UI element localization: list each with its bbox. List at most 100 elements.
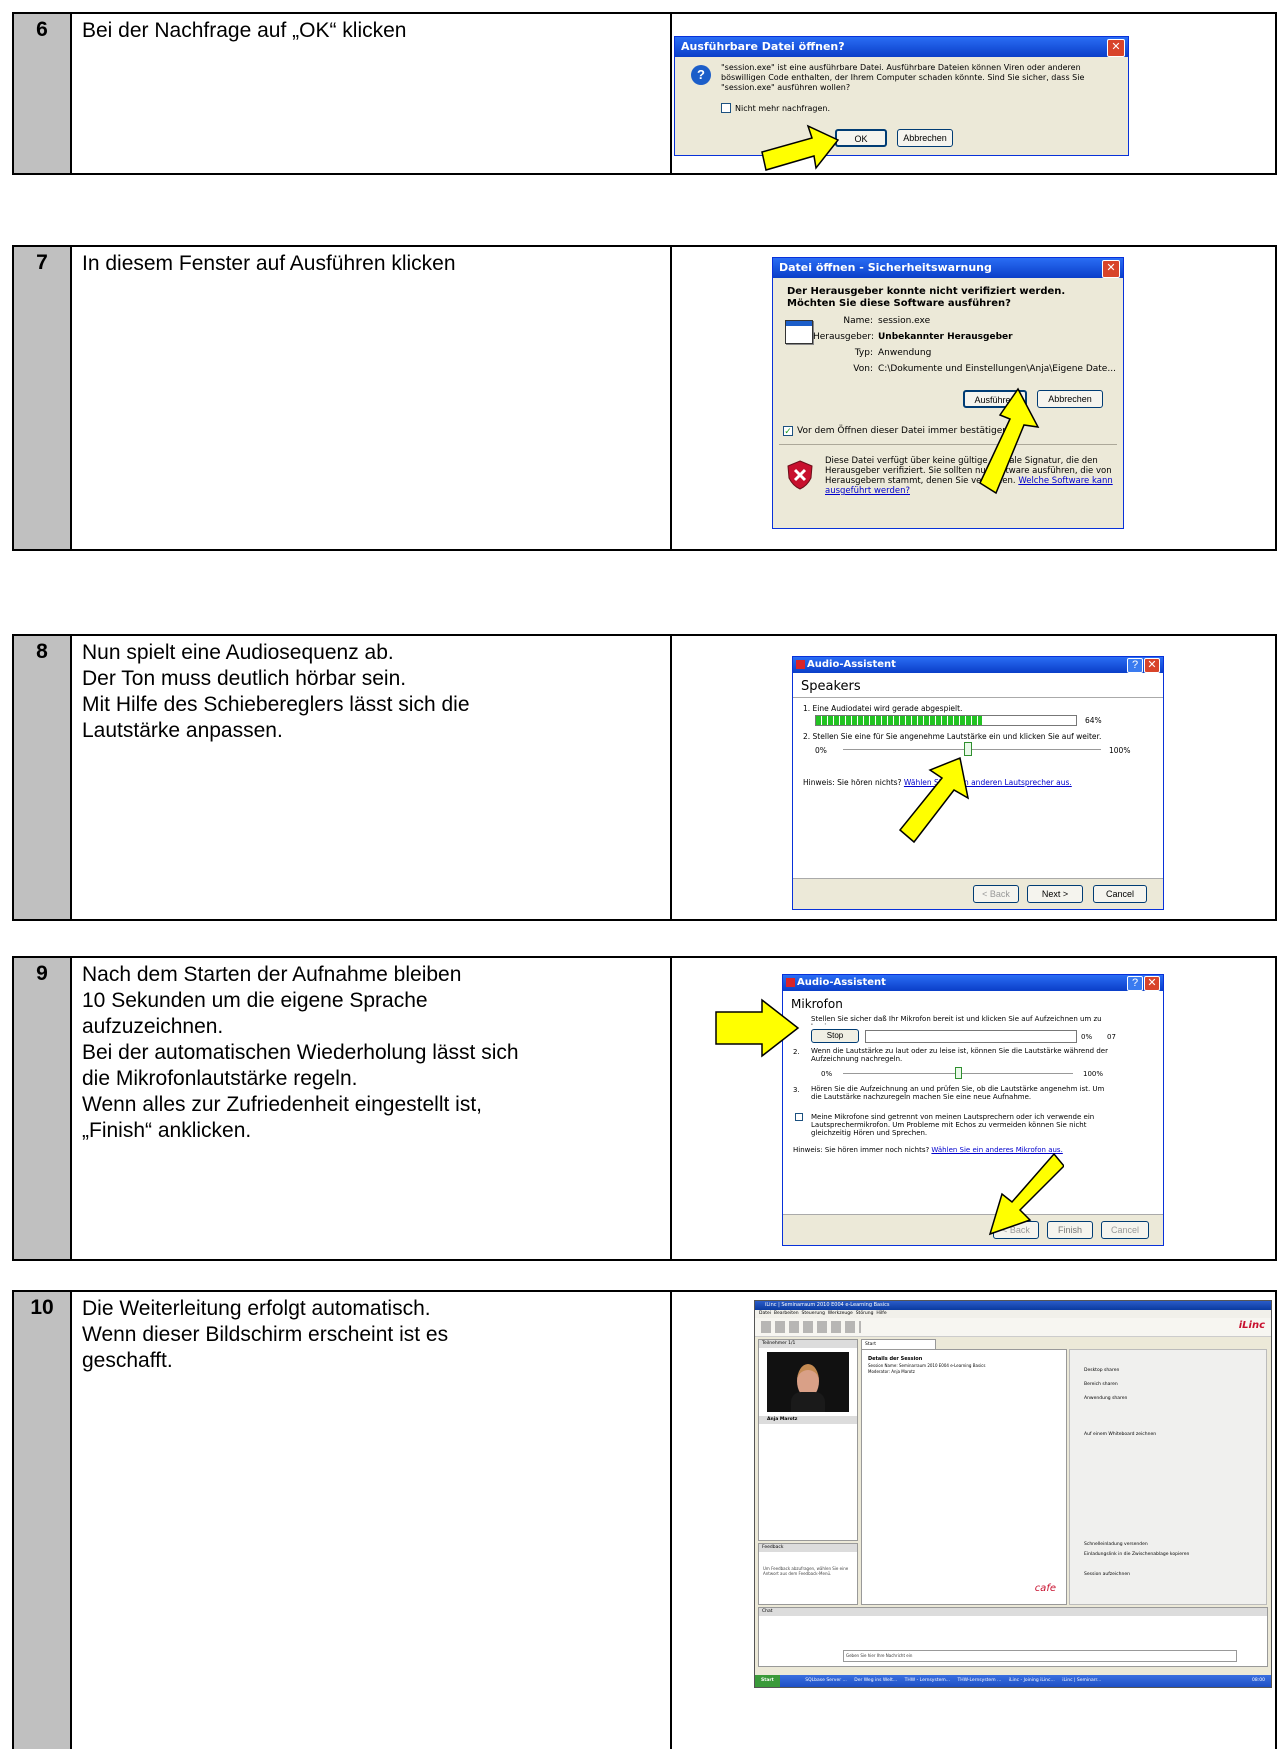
action-app-share[interactable]: Anwendung sharen [1084,1396,1127,1401]
participants-label: Teilnehmer [762,1341,787,1346]
clock: 08:00 [1252,1678,1265,1683]
instruction-line: geschafft. [82,1349,173,1372]
step1-text: Stellen Sie sicher daß Ihr Mikrofon bere… [811,1015,1102,1025]
step-screenshot: Datei öffnen - Sicherheitswarnung ✕ Der … [672,247,1275,549]
separate-devices-checkbox[interactable] [795,1113,803,1121]
instruction-line: Nach dem Starten der Aufnahme bleiben [82,963,462,986]
webcam-video [767,1352,849,1412]
type-label: Typ: [854,348,873,358]
menu-file[interactable]: Datei [759,1311,771,1316]
volume-slider-track[interactable] [843,749,1101,750]
action-area-share[interactable]: Bereich sharen [1084,1382,1118,1387]
menu-edit[interactable]: Bearbeiten [774,1311,799,1316]
close-icon[interactable]: ✕ [1102,260,1120,278]
chat-input[interactable]: Geben Sie hier Ihre Nachricht ein [843,1650,1237,1662]
cancel-button[interactable]: Cancel [1093,885,1147,903]
dialog-title: Ausführbare Datei öffnen? [675,37,1128,57]
help-icon[interactable]: ? [1127,658,1143,673]
cancel-button[interactable]: Abbrechen [897,129,953,147]
session-details: Details der Session Session Name: Semina… [861,1349,1067,1605]
pointer-arrow-icon [988,1152,1064,1236]
step-instructions: In diesem Fenster auf Ausführen klicken [72,247,672,549]
session-name: Session Name: Seminarraum 2010 E004 e-Le… [868,1363,986,1368]
dialog-title: Audio-Assistent [783,975,1163,991]
start-button[interactable]: Start [755,1675,780,1687]
chat-panel: Chat Geben Sie hier Ihre Nachricht ein [758,1607,1268,1667]
step-number: 8 [14,636,72,919]
ok-button[interactable]: OK [835,129,887,147]
step-9-row: 9 Nach dem Starten der Aufnahme bleiben … [12,956,1277,1261]
back-button[interactable]: < Back [973,885,1019,903]
close-icon[interactable]: ✕ [1144,976,1160,991]
from-value: C:\Dokumente und Einstellungen\Anja\Eige… [878,364,1116,374]
step-screenshot: Ausführbare Datei öffnen? ✕ ? "session.e… [672,14,1275,173]
mic-slider-thumb[interactable] [955,1067,962,1079]
dialog-open-executable: Ausführbare Datei öffnen? ✕ ? "session.e… [674,36,1129,156]
name-label: Name: [843,316,873,326]
app-titlebar: iLinc | Seminarraum 2010 E004 e-Learning… [755,1301,1271,1310]
close-icon[interactable]: ✕ [1107,39,1125,57]
help-icon[interactable]: ? [1127,976,1143,991]
app-menubar: Datei Bearbeiten Steuerung Werkzeuge Stö… [755,1310,1271,1318]
taskbar-item[interactable]: SQLbase Server ... [805,1678,847,1683]
cancel-button[interactable]: Abbrechen [1037,390,1103,408]
taskbar-item[interactable]: THW - Lernsystem... [905,1678,950,1683]
taskbar-item[interactable]: iLinc - Joining iLinc... [1009,1678,1055,1683]
application-icon [785,320,813,344]
separate-devices-label: Meine Mikrofone sind getrennt von meinen… [811,1113,1095,1137]
instruction-line: Wenn dieser Bildschirm erscheint ist es [82,1323,449,1346]
recording-meter [865,1030,1077,1043]
feedback-text: Um Feedback abzufragen, wählen Sie eine … [763,1566,849,1576]
slider-min-label: 0% [821,1070,833,1078]
taskbar-item[interactable]: iLinc | Seminarr... [1062,1678,1101,1683]
menu-help[interactable]: Hilfe [876,1311,886,1316]
instruction-line: Mit Hilfe des Schiebereglers lässt sich … [82,693,470,716]
step-8-row: 8 Nun spielt eine Audiosequenz ab. Der T… [12,634,1277,921]
step3-text: Hören Sie die Aufzeichnung an und prüfen… [811,1085,1105,1101]
app-toolbar: iLinc [755,1318,1271,1337]
close-icon[interactable]: ✕ [1144,658,1160,673]
taskbar-item[interactable]: THW-Lernsystem ... [957,1678,1001,1683]
slider-max-label: 100% [1109,746,1131,755]
menu-issue[interactable]: Störung [856,1311,874,1316]
hint-text: Hinweis: Sie hören immer noch nichts? [793,1146,930,1154]
question-icon: ? [691,65,711,85]
instruction-line: 10 Sekunden um die eigene Sprache [82,989,428,1012]
security-shield-icon [787,460,813,490]
pointer-arrow-icon [761,124,840,171]
progress-fill [816,716,983,725]
dialog-audio-assistant-microphone: Audio-Assistent ? ✕ Mikrofon Stellen Sie… [782,974,1164,1246]
next-button[interactable]: Next > [1027,885,1083,903]
toolbar-icons[interactable] [761,1321,861,1333]
cancel-button[interactable]: Cancel [1101,1221,1149,1239]
dont-ask-checkbox[interactable] [721,103,731,113]
participants-panel: Teilnehmer 1/1 Anja Marotz [758,1339,858,1541]
action-desktop-share[interactable]: Desktop sharen [1084,1368,1119,1373]
menu-control[interactable]: Steuerung [802,1311,825,1316]
dialog-title: Audio-Assistent [793,657,1163,673]
stop-button[interactable]: Stop [811,1029,859,1043]
actions-panel: Desktop sharen Bereich sharen Anwendung … [1069,1349,1267,1605]
pointer-arrow-icon [898,756,970,844]
volume-slider-thumb[interactable] [963,742,972,756]
instruction-line: In diesem Fenster auf Ausführen klicken [82,252,456,275]
step-number: 10 [14,1292,72,1749]
step-screenshot: Audio-Assistent ? ✕ Speakers 1. Eine Aud… [672,636,1275,919]
user-row[interactable]: Anja Marotz [759,1416,857,1424]
always-confirm-checkbox[interactable]: ✓ [783,426,793,436]
app-logo-icon [796,660,805,669]
publisher-label: Herausgeber: [813,332,874,342]
step-instructions: Bei der Nachfrage auf „OK“ klicken [72,14,672,173]
action-copy-link[interactable]: Einladungslink in die Zwischenablage kop… [1084,1552,1189,1557]
menu-tools[interactable]: Werkzeuge [828,1311,853,1316]
brand-logo: iLinc [1238,1320,1265,1331]
action-quick-invite[interactable]: Schnelleinladung versenden [1084,1542,1148,1547]
instruction-line: Wenn alles zur Zufriedenheit eingestellt… [82,1093,482,1116]
action-record[interactable]: Session aufzeichnen [1084,1572,1130,1577]
name-value: session.exe [878,316,931,326]
num3: 3. [793,1086,800,1094]
action-whiteboard[interactable]: Auf einem Whiteboard zeichnen [1084,1432,1156,1437]
taskbar-item[interactable]: Der Weg ins Welt... [854,1678,897,1683]
app-logo-icon [786,978,795,987]
dialog-audio-assistant-speakers: Audio-Assistent ? ✕ Speakers 1. Eine Aud… [792,656,1164,910]
